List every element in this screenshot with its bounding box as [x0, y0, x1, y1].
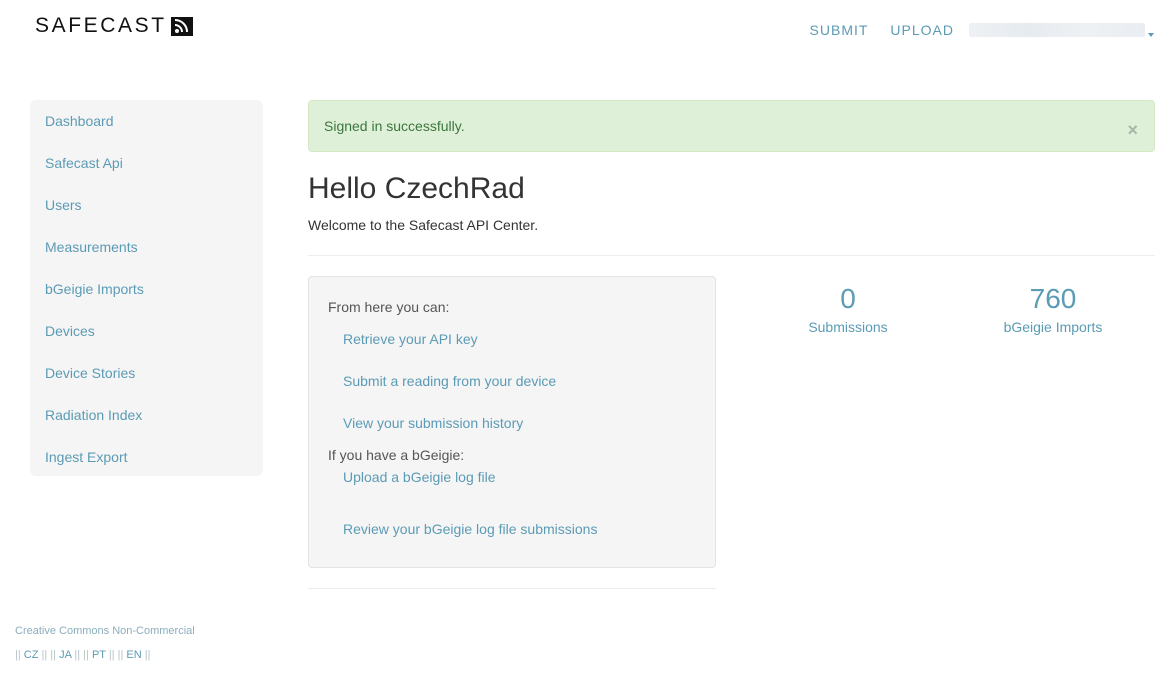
user-menu-dropdown[interactable]: [969, 20, 1154, 40]
success-alert: Signed in successfully. ×: [308, 100, 1155, 152]
divider: [308, 255, 1155, 256]
sidebar-item-device-stories[interactable]: Device Stories: [30, 352, 263, 394]
sidebar-item-ingest-export[interactable]: Ingest Export: [30, 436, 263, 478]
review-bgeigie-submissions-link[interactable]: Review your bGeigie log file submissions: [343, 508, 696, 550]
retrieve-api-key-link[interactable]: Retrieve your API key: [343, 318, 696, 360]
submissions-label: Submissions: [808, 319, 888, 335]
separator: ||: [15, 649, 21, 661]
bgeigie-imports-label: bGeigie Imports: [1003, 319, 1103, 335]
submissions-count: 0: [840, 283, 856, 314]
separator: ||: [108, 649, 115, 661]
separator: ||: [50, 649, 57, 661]
language-cz-link[interactable]: CZ: [24, 649, 39, 661]
language-switcher: || CZ || || JA || || PT || || EN ||: [15, 649, 150, 661]
license-text: Creative Commons Non-Commercial: [15, 625, 195, 637]
user-name-redacted: [969, 23, 1145, 37]
sidebar-item-safecast-api[interactable]: Safecast Api: [30, 142, 263, 184]
sidebar-item-bgeigie-imports[interactable]: bGeigie Imports: [30, 268, 263, 310]
upload-link[interactable]: UPLOAD: [890, 22, 954, 38]
brand-name: SAFECAST: [35, 14, 167, 37]
bgeigie-imports-stat[interactable]: 760 bGeigie Imports: [973, 282, 1133, 338]
sidebar-nav: Dashboard Safecast Api Users Measurement…: [30, 100, 263, 476]
language-en-link[interactable]: EN: [126, 649, 141, 661]
actions-well: From here you can: Retrieve your API key…: [308, 276, 716, 568]
divider: [308, 588, 716, 589]
language-ja-link[interactable]: JA: [59, 649, 71, 661]
page-title: Hello CzechRad: [308, 172, 525, 205]
caret-down-icon: [1148, 33, 1154, 37]
actions-intro: From here you can:: [328, 299, 450, 315]
top-navigation: SUBMIT UPLOAD: [788, 20, 1154, 40]
separator: ||: [74, 649, 81, 661]
sidebar-item-devices[interactable]: Devices: [30, 310, 263, 352]
submissions-stat[interactable]: 0 Submissions: [768, 282, 928, 338]
submit-reading-link[interactable]: Submit a reading from your device: [343, 360, 696, 402]
sidebar-item-dashboard[interactable]: Dashboard: [30, 100, 263, 142]
separator: ||: [144, 649, 151, 661]
bgeigie-intro: If you have a bGeigie:: [328, 447, 465, 463]
bgeigie-imports-count: 760: [1029, 283, 1077, 314]
separator: ||: [83, 649, 89, 661]
rss-logo-icon: [170, 16, 193, 36]
welcome-text: Welcome to the Safecast API Center.: [308, 217, 539, 233]
separator: ||: [117, 649, 124, 661]
sidebar-item-radiation-index[interactable]: Radiation Index: [30, 394, 263, 436]
upload-bgeigie-log-link[interactable]: Upload a bGeigie log file: [343, 466, 696, 508]
submission-history-link[interactable]: View your submission history: [343, 402, 696, 444]
sidebar-item-measurements[interactable]: Measurements: [30, 226, 263, 268]
submit-link[interactable]: SUBMIT: [810, 22, 869, 38]
separator: ||: [41, 649, 48, 661]
close-icon[interactable]: ×: [1127, 102, 1138, 158]
alert-message: Signed in successfully.: [324, 118, 465, 134]
safecast-logo[interactable]: SAFECAST: [35, 14, 193, 38]
language-pt-link[interactable]: PT: [92, 649, 106, 661]
sidebar-item-users[interactable]: Users: [30, 184, 263, 226]
